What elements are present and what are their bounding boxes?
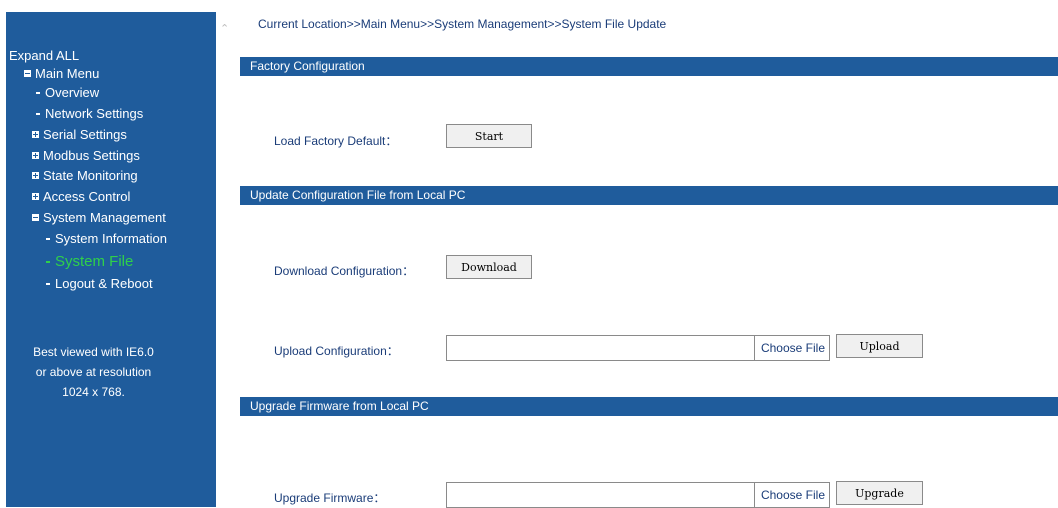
firmware-file-input[interactable]: Choose File — [446, 482, 830, 508]
scroll-up-icon[interactable]: ⌃ — [220, 22, 229, 35]
note-line: 1024 x 768. — [62, 385, 125, 399]
sidebar-item-access-control[interactable]: Access Control — [32, 189, 130, 205]
bullet-icon — [36, 92, 40, 94]
sidebar-subitem-logout-reboot[interactable]: Logout & Reboot — [46, 276, 153, 292]
sidebar-item-label: State Monitoring — [43, 168, 138, 183]
sidebar-main-menu[interactable]: Main Menu — [24, 66, 99, 82]
sidebar-item-label: Overview — [45, 85, 100, 100]
upgrade-firmware-label: Upgrade Firmware： — [274, 491, 386, 505]
expand-icon[interactable] — [32, 193, 39, 200]
load-factory-default-label: Load Factory Default： — [274, 134, 398, 148]
choose-file-button[interactable]: Choose File — [753, 336, 829, 360]
upload-configuration-label: Upload Configuration： — [274, 344, 399, 358]
breadcrumb: Current Location>>Main Menu>>System Mana… — [258, 17, 667, 31]
sidebar-item-label: Serial Settings — [43, 127, 127, 142]
note-line: Best viewed with IE6.0 — [33, 345, 154, 359]
collapse-icon[interactable] — [24, 70, 31, 77]
choose-file-button[interactable]: Choose File — [753, 483, 829, 507]
upload-button[interactable]: Upload — [836, 334, 923, 358]
expand-all-link[interactable]: Expand ALL — [9, 48, 79, 64]
note-line: or above at resolution — [35, 365, 152, 379]
sidebar-item-state-monitoring[interactable]: State Monitoring — [32, 168, 138, 184]
sidebar-subitem-system-file[interactable]: System File — [46, 254, 133, 270]
sidebar-item-serial-settings[interactable]: Serial Settings — [32, 127, 127, 143]
sidebar-item-label: Access Control — [43, 189, 131, 204]
sidebar-item-label: Logout & Reboot — [55, 276, 153, 291]
section-header-update-config: Update Configuration File from Local PC — [240, 186, 1058, 205]
section-header-factory: Factory Configuration — [240, 57, 1058, 76]
sidebar-item-system-management[interactable]: System Management — [32, 210, 166, 226]
collapse-icon[interactable] — [32, 214, 39, 221]
sidebar-subitem-system-information[interactable]: System Information — [46, 231, 167, 247]
sidebar-item-label: Network Settings — [45, 106, 144, 121]
expand-icon[interactable] — [32, 152, 39, 159]
sidebar-item-label: System Management — [43, 210, 166, 225]
bullet-icon — [46, 238, 50, 240]
sidebar-item-overview[interactable]: Overview — [36, 85, 99, 101]
download-button[interactable]: Download — [446, 255, 532, 279]
upload-config-file-input[interactable]: Choose File — [446, 335, 830, 361]
expand-icon[interactable] — [32, 172, 39, 179]
bullet-icon — [46, 261, 50, 263]
browser-note: Best viewed with IE6.0 or above at resol… — [6, 342, 181, 402]
expand-icon[interactable] — [32, 131, 39, 138]
sidebar-item-network-settings[interactable]: Network Settings — [36, 106, 143, 122]
upgrade-button[interactable]: Upgrade — [836, 481, 923, 505]
sidebar-item-label: System Information — [55, 231, 167, 246]
sidebar-item-label: System File — [55, 253, 134, 270]
bullet-icon — [36, 113, 40, 115]
sidebar-item-modbus-settings[interactable]: Modbus Settings — [32, 148, 140, 164]
start-button[interactable]: Start — [446, 124, 532, 148]
sidebar-item-label: Modbus Settings — [43, 148, 140, 163]
download-configuration-label: Download Configuration： — [274, 264, 415, 278]
bullet-icon — [46, 283, 50, 285]
section-header-firmware: Upgrade Firmware from Local PC — [240, 397, 1058, 416]
main-menu-label: Main Menu — [35, 66, 100, 81]
sidebar: Expand ALL Main Menu Overview Network Se… — [6, 12, 216, 507]
